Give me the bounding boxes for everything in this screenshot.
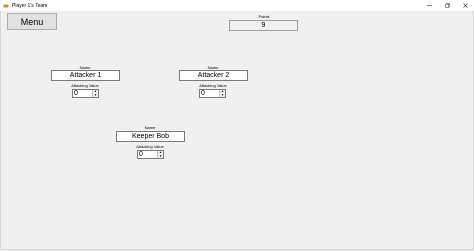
spin-down-icon[interactable]: ▼ <box>158 154 163 158</box>
minimize-icon <box>426 5 432 6</box>
attacker2-name-field[interactable]: Attacker 2 <box>179 70 248 81</box>
attacker1-value: 0 <box>74 90 78 97</box>
close-icon <box>462 3 468 8</box>
points-label: Points <box>258 14 270 19</box>
window-frame <box>0 11 474 250</box>
spin-down-icon[interactable]: ▼ <box>93 93 98 97</box>
title-bar: Player 1's Team <box>0 0 474 11</box>
attacker2-value: 0 <box>201 90 205 97</box>
points-field: 9 <box>229 20 298 31</box>
keeper-name-label: Name <box>144 125 156 130</box>
keeper-value-label: Attacking Value <box>136 144 164 149</box>
spin-down-icon[interactable]: ▼ <box>220 93 225 97</box>
maximize-button[interactable] <box>438 0 456 11</box>
minimize-button[interactable] <box>420 0 438 11</box>
keeper-value: 0 <box>139 151 143 158</box>
attacker1-value-stepper[interactable]: 0 ▲ ▼ <box>72 89 99 98</box>
window-title: Player 1's Team <box>12 2 48 9</box>
attacker2-value-stepper[interactable]: 0 ▲ ▼ <box>199 89 226 98</box>
attacker1-value-label: Attacking Value <box>71 83 99 88</box>
attacker1-name-field[interactable]: Attacker 1 <box>51 70 120 81</box>
app-icon <box>3 4 9 7</box>
close-button[interactable] <box>456 0 474 11</box>
keeper-value-stepper[interactable]: 0 ▲ ▼ <box>137 150 164 159</box>
menu-button[interactable]: Menu <box>7 13 57 30</box>
attacker2-value-label: Attacking Value <box>199 83 227 88</box>
keeper-name-field[interactable]: Keeper Bob <box>116 131 185 142</box>
maximize-icon <box>444 3 450 8</box>
